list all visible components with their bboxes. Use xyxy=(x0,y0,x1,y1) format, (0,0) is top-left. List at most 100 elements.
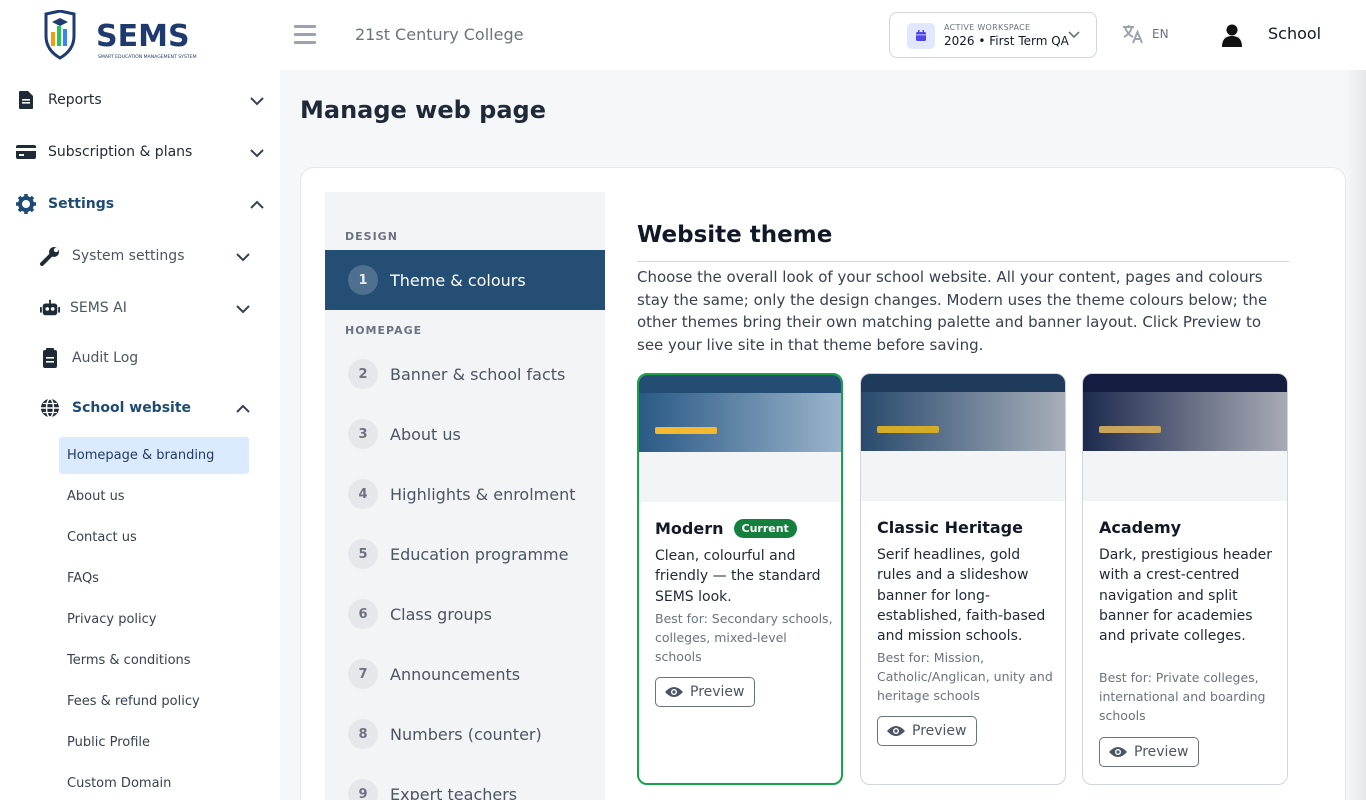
thumb-header xyxy=(861,374,1065,392)
step-number: 1 xyxy=(348,265,378,295)
sidebar-subitem-custom-domain[interactable]: Custom Domain xyxy=(59,765,249,800)
workspace-selector[interactable]: ACTIVE WORKSPACE 2026 • First Term QA xyxy=(889,12,1097,58)
sidebar-item-reports[interactable]: Reports xyxy=(16,90,102,110)
chevron-down-icon[interactable] xyxy=(250,148,264,158)
step-numbers-counter[interactable]: 8 Numbers (counter) xyxy=(325,704,605,764)
thumb-accent-bar xyxy=(1099,426,1161,433)
preview-button[interactable]: Preview xyxy=(655,677,755,707)
theme-thumbnail xyxy=(861,374,1065,501)
chevron-down-icon[interactable] xyxy=(236,252,250,262)
college-name: 21st Century College xyxy=(355,25,524,44)
thumb-accent-bar xyxy=(877,426,939,433)
sidebar-subitem-contact-us[interactable]: Contact us xyxy=(59,519,249,556)
clipboard-icon xyxy=(40,348,60,368)
step-number: 3 xyxy=(348,419,378,449)
section-divider xyxy=(637,261,1289,262)
user-avatar-icon[interactable] xyxy=(1220,23,1244,47)
theme-name-row: Academy xyxy=(1099,518,1181,537)
step-navigation: DESIGN 1 Theme & colours HOMEPAGE 2 Bann… xyxy=(325,192,605,800)
sidebar-item-label: School website xyxy=(72,400,192,416)
sidebar-item-audit-log[interactable]: Audit Log xyxy=(40,348,138,368)
user-name[interactable]: School xyxy=(1268,24,1321,43)
step-number: 8 xyxy=(348,719,378,749)
workspace-value: 2026 • First Term QA xyxy=(944,34,1069,48)
chevron-up-icon[interactable] xyxy=(236,404,250,414)
scroll-shade xyxy=(1346,70,1366,800)
step-highlights-enrolment[interactable]: 4 Highlights & enrolment xyxy=(325,464,605,524)
sidebar-subitem-terms[interactable]: Terms & conditions xyxy=(59,642,249,679)
sidebar-item-label: Reports xyxy=(48,92,102,108)
sidebar-item-system-settings[interactable]: System settings xyxy=(40,246,185,266)
page-title: Manage web page xyxy=(300,96,546,124)
eye-icon xyxy=(665,686,683,698)
thumb-header xyxy=(1083,374,1287,392)
wrench-icon xyxy=(40,246,60,266)
thumb-header xyxy=(639,375,841,393)
theme-description: Serif headlines, gold rules and a slides… xyxy=(877,547,1046,645)
preview-label: Preview xyxy=(690,684,745,700)
sidebar-subitem-fees-refund[interactable]: Fees & refund policy xyxy=(59,683,249,720)
credit-card-icon xyxy=(16,142,36,162)
step-label: Class groups xyxy=(390,604,492,624)
section-description: Choose the overall look of your school w… xyxy=(637,268,1268,354)
step-label: Expert teachers xyxy=(390,784,518,800)
step-number: 4 xyxy=(348,479,378,509)
step-label: Announcements xyxy=(390,664,521,684)
sidebar-subitem-about-us[interactable]: About us xyxy=(59,478,249,515)
sidebar-subitem-public-profile[interactable]: Public Profile xyxy=(59,724,249,761)
theme-name-row: Modern Current xyxy=(655,519,797,538)
theme-thumbnail xyxy=(1083,374,1287,501)
file-icon xyxy=(16,90,36,110)
theme-name: Academy xyxy=(1099,518,1182,537)
theme-name: Classic Heritage xyxy=(877,518,1023,537)
sidebar-item-sems-ai[interactable]: SEMS AI xyxy=(40,298,127,318)
step-theme-colours[interactable]: 1 Theme & colours xyxy=(325,250,605,310)
sems-logo[interactable]: SEMS SMART EDUCATION MANAGEMENT SYSTEM xyxy=(42,9,218,62)
chevron-up-icon[interactable] xyxy=(250,200,264,210)
calendar-icon xyxy=(907,23,935,49)
step-label: Numbers (counter) xyxy=(390,724,542,744)
current-badge: Current xyxy=(733,519,797,538)
sidebar-item-school-website[interactable]: School website xyxy=(40,398,191,418)
chevron-down-icon xyxy=(1068,31,1080,39)
sidebar-subitem-homepage-branding[interactable]: Homepage & branding xyxy=(59,437,249,474)
theme-best-for: Best for: Secondary schools, colleges, m… xyxy=(655,611,833,664)
sidebar-item-label: Settings xyxy=(48,196,115,212)
step-number: 2 xyxy=(348,359,378,389)
translate-icon xyxy=(1123,25,1143,44)
eye-icon xyxy=(1109,746,1127,758)
theme-best-for: Best for: Mission, Catholic/Anglican, un… xyxy=(877,650,1053,703)
top-bar: 21st Century College ACTIVE WORKSPACE 20… xyxy=(280,0,1366,70)
theme-name-row: Classic Heritage xyxy=(877,518,1023,537)
sidebar-item-subscription[interactable]: Subscription & plans xyxy=(16,142,192,162)
step-number: 9 xyxy=(348,779,378,800)
step-banner-school-facts[interactable]: 2 Banner & school facts xyxy=(325,344,605,404)
step-expert-teachers[interactable]: 9 Expert teachers xyxy=(325,764,605,800)
step-label: Banner & school facts xyxy=(390,364,566,384)
step-about-us[interactable]: 3 About us xyxy=(325,404,605,464)
step-announcements[interactable]: 7 Announcements xyxy=(325,644,605,704)
sidebar-item-label: Subscription & plans xyxy=(48,144,193,160)
language-switcher[interactable]: EN xyxy=(1122,24,1169,44)
step-section-design: DESIGN xyxy=(345,230,398,243)
theme-description: Dark, prestigious header with a crest-ce… xyxy=(1099,547,1273,645)
language-code: EN xyxy=(1152,27,1169,41)
preview-label: Preview xyxy=(912,723,967,739)
step-class-groups[interactable]: 6 Class groups xyxy=(325,584,605,644)
sidebar-item-label: System settings xyxy=(72,248,185,264)
preview-button[interactable]: Preview xyxy=(877,716,977,746)
theme-name: Modern xyxy=(655,519,724,538)
brand-name: SEMS xyxy=(96,19,190,54)
step-education-programme[interactable]: 5 Education programme xyxy=(325,524,605,584)
theme-card-classic-heritage[interactable]: Classic Heritage Serif headlines, gold r… xyxy=(860,373,1066,785)
menu-toggle-icon[interactable] xyxy=(294,25,316,45)
theme-card-academy[interactable]: Academy Dark, prestigious header with a … xyxy=(1082,373,1288,785)
chevron-down-icon[interactable] xyxy=(236,304,250,314)
preview-button[interactable]: Preview xyxy=(1099,737,1199,767)
step-label: Theme & colours xyxy=(390,270,526,290)
sidebar-subitem-faqs[interactable]: FAQs xyxy=(59,560,249,597)
chevron-down-icon[interactable] xyxy=(250,96,264,106)
sidebar-item-settings[interactable]: Settings xyxy=(16,194,114,214)
theme-card-modern[interactable]: Modern Current Clean, colourful and frie… xyxy=(637,373,843,785)
sidebar-subitem-privacy-policy[interactable]: Privacy policy xyxy=(59,601,249,638)
